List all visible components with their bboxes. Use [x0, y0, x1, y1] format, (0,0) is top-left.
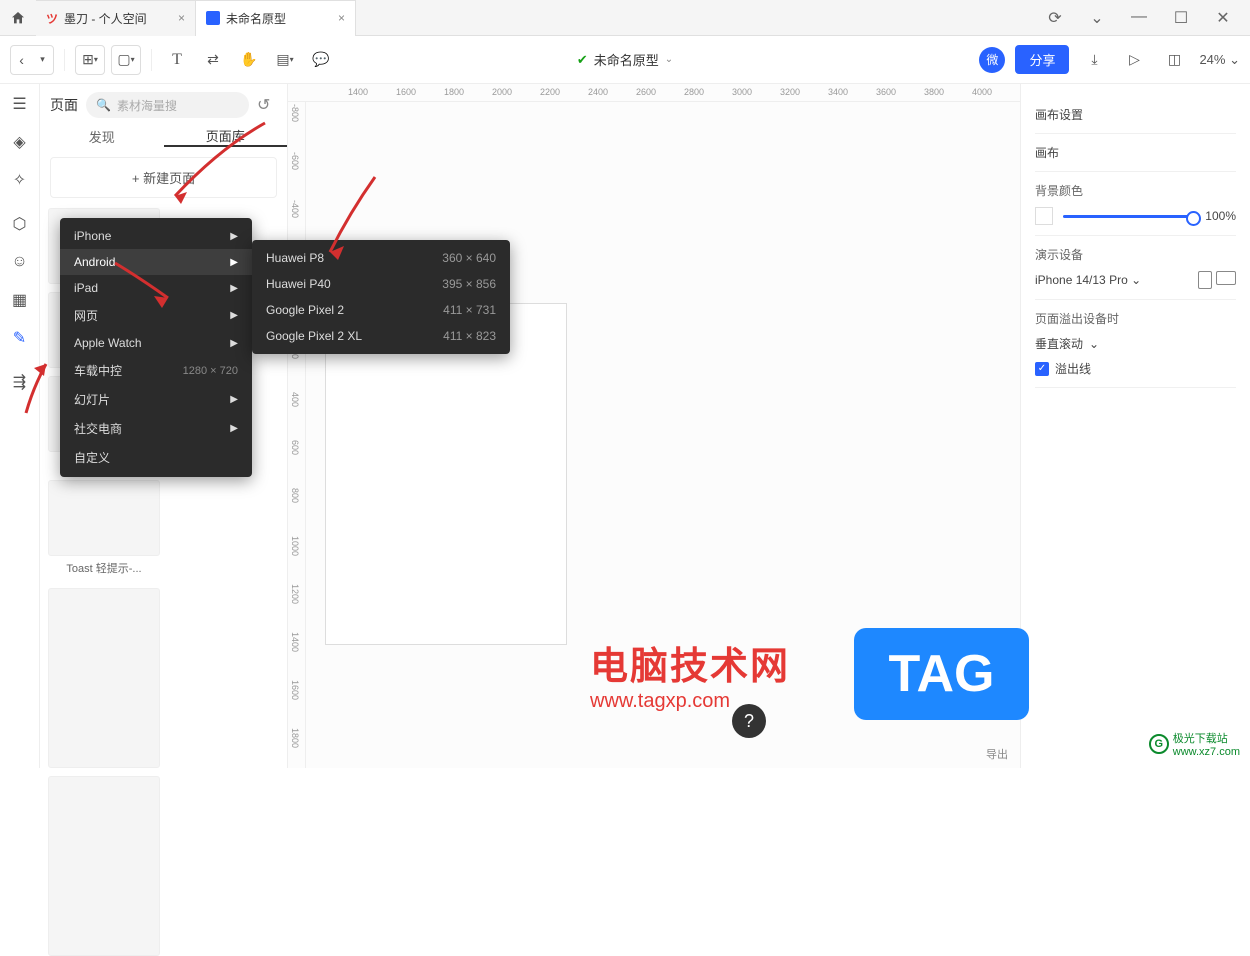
ctx-item-自定义[interactable]: 自定义: [60, 443, 252, 472]
ruler-vertical: -800-600 -400-200 0200 400600 8001000 12…: [288, 102, 306, 768]
left-rail: ☰ ◈ ✧ ⬡ ☺ ▦ ✎ ⇶: [0, 84, 40, 768]
chevron-down-icon[interactable]: ⌄: [1086, 8, 1108, 28]
list-icon[interactable]: ☰: [10, 94, 30, 114]
template-icon[interactable]: ✎: [10, 328, 30, 348]
close-window-icon[interactable]: ✕: [1212, 8, 1234, 28]
section-title: 画布: [1035, 144, 1236, 161]
opacity-slider[interactable]: [1063, 215, 1195, 218]
minimize-icon[interactable]: —: [1128, 8, 1150, 28]
overflow-checkbox[interactable]: ✓: [1035, 362, 1049, 376]
titlebar: ツ 墨刀 - 个人空间 × 未命名原型 × ⟳ ⌄ — ☐ ✕: [0, 0, 1250, 36]
watermark: 电脑技术网 www.tagxp.com: [590, 635, 790, 713]
doc-icon: [206, 11, 220, 25]
template-card[interactable]: [48, 776, 160, 956]
device-select[interactable]: iPhone 14/13 Pro ⌄: [1035, 273, 1141, 287]
app-logo-icon: ツ: [46, 10, 58, 27]
sub-item-google-pixel-2[interactable]: Google Pixel 2411 × 731: [252, 297, 510, 323]
download-icon[interactable]: ⤓: [1079, 45, 1109, 75]
layers-icon[interactable]: ◈: [10, 132, 30, 152]
template-card[interactable]: [48, 588, 160, 768]
image-icon[interactable]: ▦: [10, 290, 30, 310]
section-title: 画布设置: [1035, 106, 1236, 123]
ctx-item-幻灯片[interactable]: 幻灯片▶: [60, 385, 252, 414]
demo-device-label: 演示设备: [1035, 246, 1236, 263]
annotation-arrow: [110, 258, 180, 308]
maximize-icon[interactable]: ☐: [1170, 8, 1192, 28]
search-input[interactable]: 🔍 素材海量搜: [86, 92, 249, 118]
sub-item-google-pixel-2-xl[interactable]: Google Pixel 2 XL411 × 823: [252, 323, 510, 349]
orientation-toggle[interactable]: [1198, 271, 1236, 289]
tab-label: 未命名原型: [226, 10, 286, 27]
sub-item-huawei-p40[interactable]: Huawei P40395 × 856: [252, 271, 510, 297]
zoom-level[interactable]: 24% ⌄: [1199, 52, 1240, 68]
artboard[interactable]: [326, 304, 566, 644]
panel-toggle-icon[interactable]: ◫: [1159, 45, 1189, 75]
window-controls: ⟳ ⌄ — ☐ ✕: [1044, 8, 1250, 28]
annotation-arrow: [18, 358, 58, 418]
ctx-item-车载中控[interactable]: 车载中控1280 × 720: [60, 356, 252, 385]
tag-watermark: TAG: [854, 628, 1029, 720]
tab-discover[interactable]: 发现: [40, 126, 164, 147]
play-icon[interactable]: ▷: [1119, 45, 1149, 75]
template-card[interactable]: Toast 轻提示-...: [48, 480, 160, 580]
annotation-arrow: [320, 172, 390, 262]
ruler-horizontal: 14001600 18002000 22002400 26002800 3000…: [288, 84, 1020, 102]
home-icon[interactable]: [0, 10, 36, 26]
search-icon: 🔍: [96, 98, 111, 112]
history-icon[interactable]: ↺: [257, 95, 277, 115]
color-swatch[interactable]: [1035, 207, 1053, 225]
ctx-item-社交电商[interactable]: 社交电商▶: [60, 414, 252, 443]
overflow-line-label: 溢出线: [1055, 360, 1091, 377]
shape-button[interactable]: ▢▾: [111, 45, 141, 75]
hand-tool[interactable]: ✋: [234, 45, 264, 75]
opacity-value: 100%: [1205, 209, 1236, 223]
bg-color-label: 背景颜色: [1035, 182, 1236, 199]
tab-label: 墨刀 - 个人空间: [64, 10, 147, 27]
refresh-icon[interactable]: ⟳: [1044, 8, 1066, 28]
cube-icon[interactable]: ⬡: [10, 214, 30, 234]
share-button[interactable]: 分享: [1015, 45, 1069, 74]
panel-title: 页面: [50, 95, 78, 115]
emoji-icon[interactable]: ☺: [10, 252, 30, 272]
browser-tab-prototype[interactable]: 未命名原型 ×: [196, 0, 356, 36]
export-label[interactable]: 导出: [986, 746, 1008, 762]
toolbar: ‹▾ ⊞▾ ▢▾ T ⇄ ✋ ▤▾ 💬 ✔ 未命名原型 ⌄ 微 分享 ⤓ ▷ ◫…: [0, 36, 1250, 84]
device-context-menu: iPhone▶Android▶iPad▶网页▶Apple Watch▶车载中控1…: [60, 218, 252, 477]
overflow-label: 页面溢出设备时: [1035, 310, 1236, 327]
text-tool[interactable]: T: [162, 45, 192, 75]
annotation-arrow: [160, 118, 270, 208]
chevron-down-icon: ⌄: [665, 54, 673, 65]
note-tool[interactable]: ▤▾: [270, 45, 300, 75]
wechat-badge[interactable]: 微: [979, 47, 1005, 73]
browser-tab-workspace[interactable]: ツ 墨刀 - 个人空间 ×: [36, 0, 196, 36]
comment-tool[interactable]: 💬: [306, 45, 336, 75]
add-frame-button[interactable]: ⊞▾: [75, 45, 105, 75]
close-icon[interactable]: ×: [338, 11, 345, 25]
download-site-badge: G 极光下载站www.xz7.com: [1149, 730, 1240, 758]
components-icon[interactable]: ✧: [10, 170, 30, 190]
scroll-select[interactable]: 垂直滚动 ⌄: [1035, 335, 1236, 352]
right-panel: 画布设置 画布 背景颜色 100% 演示设备 iPhone 14/13 Pro …: [1020, 84, 1250, 768]
close-icon[interactable]: ×: [178, 11, 185, 25]
check-circle-icon: ✔: [577, 52, 588, 68]
doc-title[interactable]: ✔ 未命名原型 ⌄: [577, 50, 673, 69]
ctx-item-apple-watch[interactable]: Apple Watch▶: [60, 330, 252, 356]
connector-tool[interactable]: ⇄: [198, 45, 228, 75]
ctx-item-iphone[interactable]: iPhone▶: [60, 223, 252, 249]
back-button[interactable]: ‹▾: [10, 45, 54, 75]
